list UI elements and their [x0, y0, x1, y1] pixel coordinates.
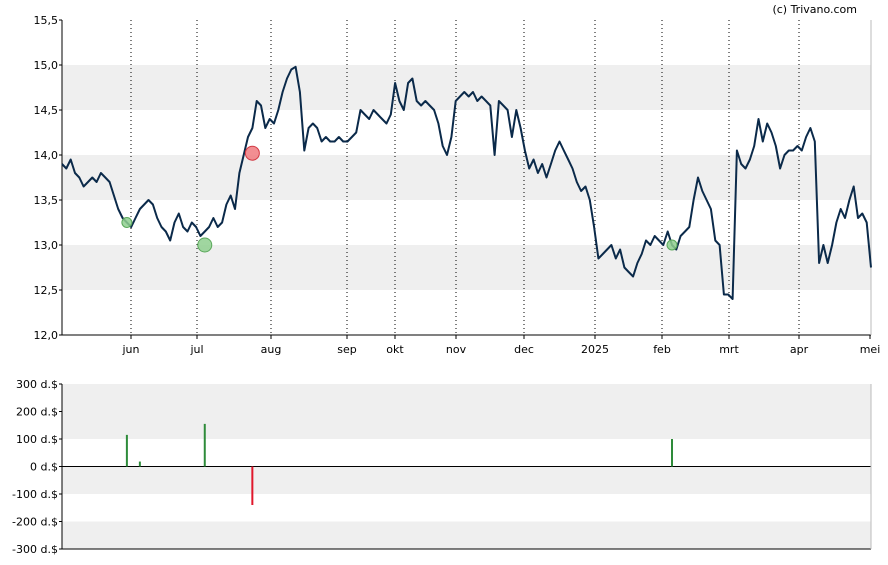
month-label: mei: [860, 343, 881, 356]
volume-panel: 300 d.$ 200 d.$ 100 d.$ 0 d.$ -100 d.$ -200 d…: [12, 378, 872, 556]
volume-band: [62, 411, 871, 439]
price-band: [62, 65, 871, 110]
month-label: aug: [261, 343, 282, 356]
volume-y-tick-label: 200 d.$: [16, 406, 58, 419]
volume-y-tick-label: 100 d.$: [16, 433, 58, 446]
volume-band: [62, 521, 871, 549]
volume-y-tick-label: 300 d.$: [16, 378, 58, 391]
month-label: mrt: [719, 343, 739, 356]
volume-y-tick-label: -100 d.$: [12, 488, 58, 501]
month-label: apr: [790, 343, 809, 356]
month-label: 2025: [581, 343, 609, 356]
volume-y-tick-label: -300 d.$: [12, 543, 58, 556]
price-band: [62, 245, 871, 290]
volume-band: [62, 466, 871, 494]
month-label: jul: [189, 343, 203, 356]
month-label: okt: [386, 343, 404, 356]
month-label: feb: [653, 343, 671, 356]
month-label: dec: [514, 343, 534, 356]
month-label: sep: [337, 343, 356, 356]
volume-band: [62, 384, 871, 412]
price-y-tick-label: 15,5: [34, 14, 59, 27]
price-panel: 12,0 12,5 13,0 13,5 14,0 14,5 15,0 15,5 jun jul au…: [34, 14, 881, 356]
price-y-tick-label: 14,0: [34, 149, 59, 162]
month-label: jun: [122, 343, 140, 356]
price-y-tick-label: 12,5: [34, 284, 59, 297]
price-y-tick-label: 13,0: [34, 239, 59, 252]
price-y-tick-label: 15,0: [34, 59, 59, 72]
stock-chart: (c) Trivano.com 12,0 12,5 13,0 13,5 14,0 14,5…: [12, 3, 881, 556]
price-y-tick-label: 12,0: [34, 329, 59, 342]
buy-marker: [121, 217, 133, 228]
price-y-tick-label: 14,5: [34, 104, 59, 117]
credit-text: (c) Trivano.com: [772, 3, 857, 16]
sell-marker: [244, 145, 260, 161]
buy-marker: [666, 239, 678, 251]
month-label: nov: [446, 343, 467, 356]
price-y-tick-label: 13,5: [34, 194, 59, 207]
volume-y-tick-label: 0 d.$: [30, 461, 58, 474]
buy-marker: [197, 237, 213, 253]
volume-y-tick-label: -200 d.$: [12, 516, 58, 529]
